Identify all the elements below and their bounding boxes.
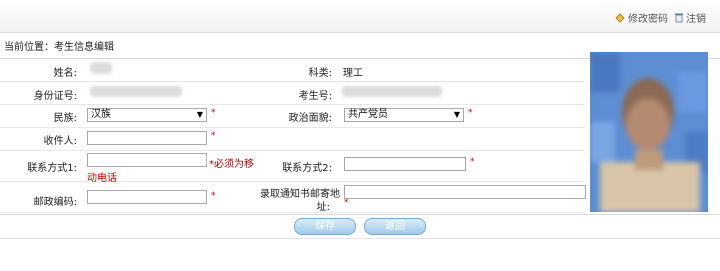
- address-label-continued: 址:: [316, 202, 330, 213]
- required-mark: *: [211, 131, 216, 141]
- name-value-redacted: [90, 62, 112, 74]
- contact2-label: 联系方式2:: [282, 163, 332, 174]
- contact2-input[interactable]: [344, 157, 466, 171]
- postcode-label: 邮政编码:: [33, 197, 77, 208]
- id-number-redacted: [90, 86, 182, 97]
- change-password-label: 修改密码: [628, 14, 668, 25]
- form-row-id: 身份证号: 考生号:: [0, 82, 585, 105]
- logout-label: 注销: [686, 14, 706, 25]
- contact1-input[interactable]: [87, 153, 207, 167]
- address-input[interactable]: [344, 185, 586, 199]
- breadcrumb: 当前位置：考生信息编辑: [4, 42, 114, 53]
- postcode-input[interactable]: [87, 190, 207, 204]
- required-mark: *: [211, 108, 216, 118]
- contact1-label: 联系方式1:: [27, 163, 77, 174]
- logout-link[interactable]: 注销: [674, 10, 706, 25]
- political-status-label: 政治面貌:: [288, 113, 332, 124]
- recipient-input[interactable]: [87, 131, 207, 145]
- divider: [0, 214, 720, 215]
- dropdown-arrow-icon: ▼: [196, 110, 203, 119]
- subject-value: 理工: [343, 68, 363, 79]
- subject-label: 科类:: [308, 68, 332, 79]
- exam-number-label: 考生号:: [298, 91, 332, 102]
- top-links: 修改密码 注销: [615, 10, 706, 25]
- form-row-name: 姓名: 科类: 理工: [0, 59, 585, 82]
- form-row-contact: 联系方式1: *必须为移 动电话 联系方式2: *: [0, 151, 585, 184]
- change-password-link[interactable]: 修改密码: [615, 10, 668, 25]
- political-status-select[interactable]: 共产党员 ▼: [344, 108, 464, 122]
- id-number-label: 身份证号:: [33, 91, 77, 102]
- form-row-ethnicity: 民族: 汉族 ▼ * 政治面貌: 共产党员 ▼ *: [0, 105, 585, 128]
- recipient-label: 收件人:: [43, 136, 77, 147]
- name-label: 姓名:: [53, 68, 77, 79]
- required-mark: *: [344, 198, 349, 208]
- exam-number-redacted: [342, 86, 442, 97]
- divider: [0, 238, 720, 239]
- form-row-recipient: 收件人: *: [0, 128, 585, 151]
- student-photo: [590, 52, 708, 212]
- trash-icon: [675, 13, 683, 23]
- form-row-address: 邮政编码: * 录取通知书邮寄地 址: *: [0, 182, 586, 213]
- ethnicity-select[interactable]: 汉族 ▼: [87, 108, 207, 122]
- ethnicity-label: 民族:: [53, 113, 77, 124]
- back-button[interactable]: 返回: [364, 218, 426, 235]
- ethnicity-selected: 汉族: [91, 109, 111, 120]
- key-icon: [615, 13, 625, 23]
- dropdown-arrow-icon: ▼: [453, 110, 460, 119]
- required-mark: *: [468, 108, 473, 118]
- required-mark: *: [211, 191, 216, 201]
- political-status-selected: 共产党员: [348, 109, 388, 120]
- save-button[interactable]: 保存: [294, 218, 356, 235]
- required-mark: *: [470, 157, 475, 167]
- top-bar: 修改密码 注销: [0, 0, 720, 33]
